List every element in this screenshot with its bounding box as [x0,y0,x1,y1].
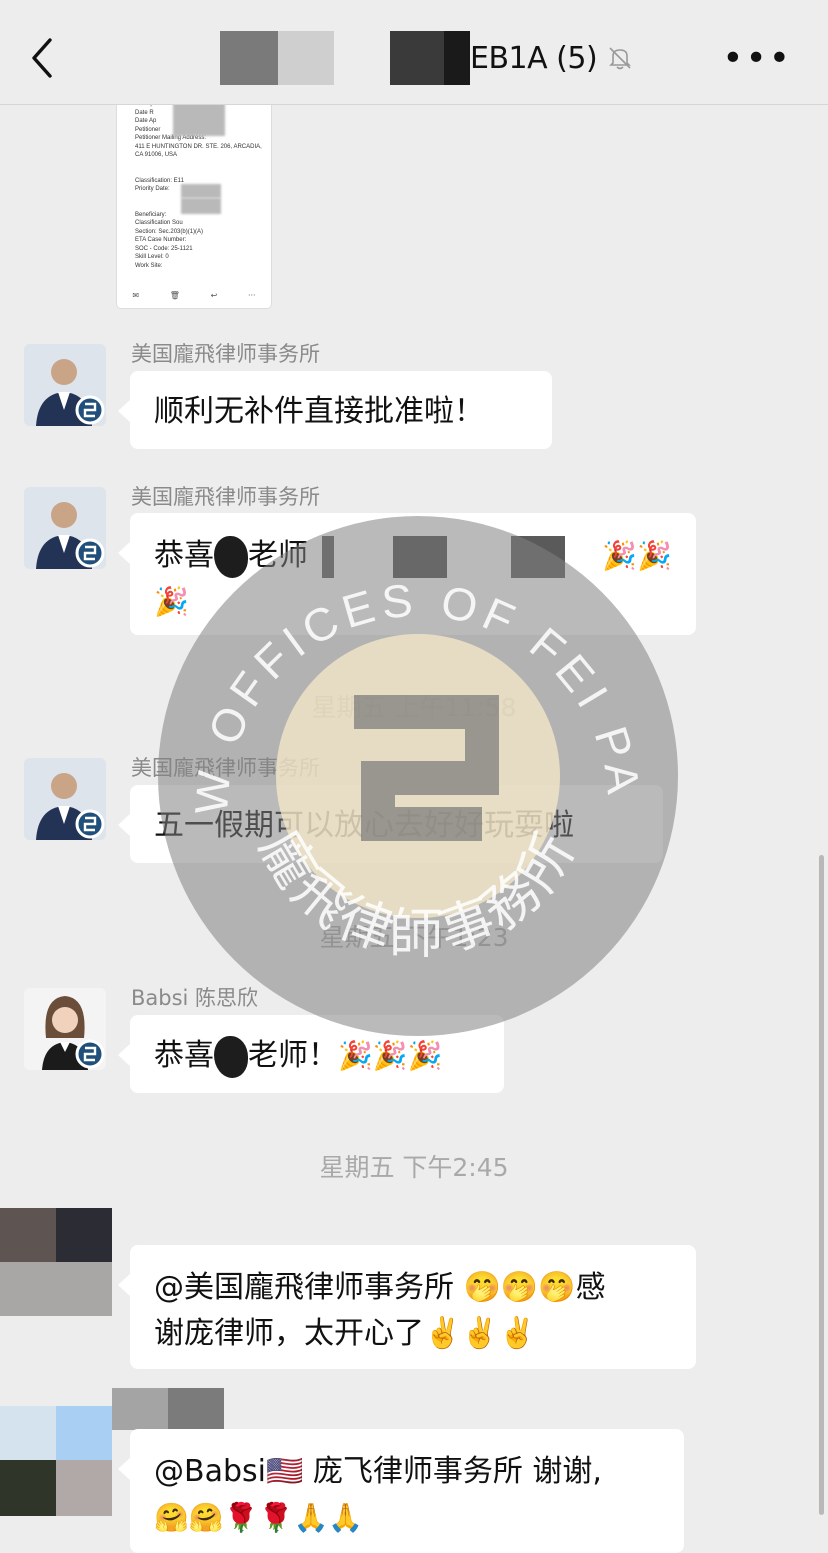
redaction [0,1406,56,1460]
avatar[interactable] [24,758,106,840]
redaction [214,1035,248,1078]
redaction [510,535,565,578]
emoji: 🎉 [154,585,189,618]
message-text: 谢庞律师，太开心了✌️✌️✌️ [154,1316,537,1351]
scrollbar[interactable] [819,855,824,1515]
avatar[interactable] [24,988,106,1070]
back-button[interactable] [28,36,68,84]
sender-name: 美国龐飛律师事务所 [131,756,320,780]
redaction [56,1460,112,1516]
message-list[interactable]: Receipt Date R Date Ap Petitioner Petiti… [0,0,828,1553]
avatar[interactable] [24,487,106,569]
message-text: 老师 [248,538,308,573]
message-text: 老师！ [248,1038,338,1073]
redaction [214,535,248,578]
redaction [0,1262,112,1316]
redaction [181,184,221,198]
chevron-left-icon [32,38,52,78]
lawyer-avatar-icon [24,758,106,840]
message-text: 恭喜 [154,1038,214,1073]
lawyer-avatar-icon [24,344,106,426]
message-bubble[interactable]: 顺利无补件直接批准啦！ [118,371,552,449]
message-bubble[interactable]: @Babsi🇺🇸 庞飞律师事务所 谢谢, 🤗🤗🌹🌹🙏🙏 [118,1429,684,1553]
emoji: 🎉🎉 [602,539,672,572]
lawyer-avatar-icon [24,487,106,569]
redaction [0,1460,56,1516]
sender-name: 美国龐飛律师事务所 [131,485,320,509]
message-bubble[interactable]: 恭喜 老师！🎉🎉🎉 [118,1015,504,1093]
chat-title-text: EB1A (5) [470,40,598,76]
message-text: 顺利无补件直接批准啦！ [154,394,484,429]
redaction [393,535,448,578]
mail-icon: ✉ [132,291,140,300]
document-image-message[interactable]: Receipt Date R Date Ap Petitioner Petiti… [117,80,271,308]
woman-avatar-icon [24,988,106,1070]
chat-header: EB1A (5) ••• [0,0,828,105]
more-button[interactable]: ••• [722,41,792,77]
sender-name: Babsi 陈思欣 [131,986,259,1010]
sender-name: 美国龐飛律师事务所 [131,342,320,366]
message-bubble[interactable]: 五一假期可以放心去好好玩耍啦 [118,785,663,863]
chat-title: EB1A (5) [220,28,633,88]
message-bubble[interactable]: @美国龐飛律师事务所 🤭🤭🤭感 谢庞律师，太开心了✌️✌️✌️ [118,1245,696,1369]
avatar[interactable] [24,344,106,426]
redaction [181,198,221,214]
reply-icon: ↩ [210,291,218,300]
avatar[interactable] [0,1208,112,1316]
redaction [321,535,334,578]
bell-off-icon [609,47,632,70]
redaction [0,1208,56,1262]
message-text: 恭喜 [154,538,214,573]
redacted-block [278,31,334,85]
timestamp: 星期五 下午2:45 [319,1153,509,1182]
redaction [56,1208,112,1262]
trash-icon: 🗑 [169,291,180,300]
emoji: 🤗🤗🌹🌹🙏🙏 [154,1501,364,1534]
message-bubble[interactable]: 恭喜 老师 🎉🎉 🎉 [118,513,696,635]
message-text: 五一假期可以放心去好好玩耍啦 [154,808,574,843]
redaction [112,1388,168,1430]
emoji: 🎉🎉🎉 [338,1039,443,1072]
redaction [56,1406,112,1460]
more-icon: ··· [247,291,256,300]
message-text: @美国龐飛律师事务所 🤭🤭🤭感 [154,1270,606,1305]
redacted-block [390,31,444,85]
timestamp: 星期五 下午1:23 [319,923,509,952]
redacted-block [220,31,278,85]
message-text: @Babsi🇺🇸 庞飞律师事务所 谢谢, [154,1454,602,1489]
redaction [168,1388,224,1430]
redacted-block [444,31,470,85]
timestamp: 星期五 上午11:58 [311,693,517,722]
document-toolbar: ✉ 🗑 ↩ ··· [117,291,271,300]
